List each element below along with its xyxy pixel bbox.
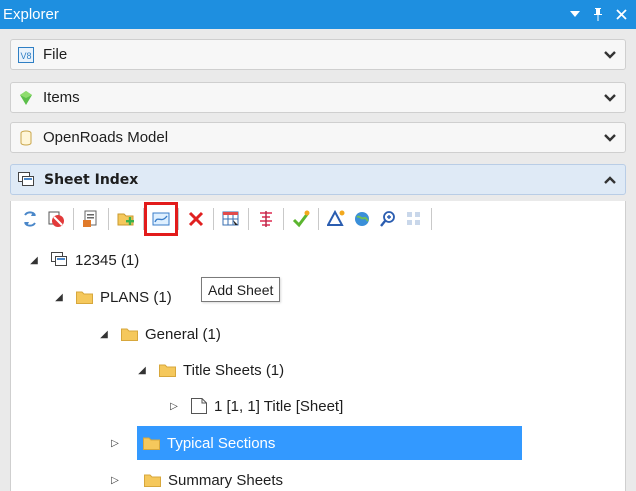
zoom-icon[interactable] [375,206,401,232]
tree-node-summary-sheets[interactable]: ▷ Summary Sheets [108,463,283,491]
chevron-down-icon[interactable] [595,50,625,59]
tree-collapsed-icon[interactable]: ▷ [108,475,122,486]
tree-node-typical-sections[interactable]: Typical Sections [137,426,522,460]
tree-expanded-icon[interactable]: ◢ [52,292,66,303]
toolbar-separator [283,208,284,230]
folder-icon [76,290,93,304]
toolbar-separator [143,208,144,230]
section-file-label: File [43,46,68,63]
refresh-icon[interactable] [17,206,43,232]
tree-node-plans[interactable]: ◢ PLANS (1) [52,280,172,314]
no-entry-icon[interactable] [43,206,69,232]
dropdown-arrow-icon[interactable] [568,8,582,22]
toolbar-separator [178,208,179,230]
folder-icon [159,363,176,377]
section-items-label: Items [43,89,80,106]
globe-icon[interactable] [349,206,375,232]
folder-icon [143,436,160,450]
v8-file-icon: V8 [18,46,34,63]
delete-x-icon[interactable] [183,206,209,232]
chevron-down-icon[interactable] [595,93,625,102]
tree-node-label: Summary Sheets [168,471,284,489]
toolbar-separator [213,208,214,230]
tree-expanded-icon[interactable]: ◢ [27,255,41,266]
section-file[interactable]: V8 File [10,39,626,70]
renumber-icon[interactable] [253,206,279,232]
tree-expanded-icon[interactable]: ◢ [135,365,149,376]
add-sheet-tooltip: Add Sheet [201,277,281,302]
tree-node-label: PLANS (1) [100,288,172,306]
section-openroads-model[interactable]: OpenRoads Model [10,122,626,153]
toolbar-separator [248,208,249,230]
section-openroads-label: OpenRoads Model [43,129,169,146]
delta-icon[interactable] [323,206,349,232]
window-buttons [568,8,636,22]
tree-collapsed-icon[interactable]: ▷ [167,401,181,412]
tree-node-label: 1 [1, 1] Title [Sheet] [214,397,344,415]
section-items[interactable]: Items [10,82,626,113]
close-icon[interactable] [614,8,628,22]
grid-icon[interactable] [401,206,427,232]
properties-icon[interactable] [78,206,104,232]
checkmark-icon[interactable] [288,206,314,232]
toolbar-separator [318,208,319,230]
toolbar-separator [73,208,74,230]
toolbar-separator [108,208,109,230]
chevron-up-icon[interactable] [595,175,625,184]
sheet-index-toolbar [11,201,625,237]
folder-icon [121,327,138,341]
tree-node-general[interactable]: ◢ General (1) [97,317,221,351]
tree-node-label: 12345 (1) [75,251,140,269]
model-cylinder-icon [18,130,34,146]
tree-node-label: Title Sheets (1) [183,361,285,379]
sheet-index-content: ◢ 12345 (1) ◢ PLANS (1) ◢ General (1) ◢ [10,201,626,491]
table-icon[interactable] [218,206,244,232]
folder-icon [144,473,161,487]
window-title: Explorer [3,6,59,23]
section-sheet-index-label: Sheet Index [44,171,139,188]
sheet-index-icon [18,171,35,188]
items-gem-icon [18,90,34,106]
tree-node-title-sheets[interactable]: ◢ Title Sheets (1) [135,353,284,387]
tree-node-12345[interactable]: ◢ 12345 (1) [27,243,139,277]
sheet-icon [191,398,207,414]
add-sheet-icon [152,211,170,227]
sheet-index-icon [51,252,68,268]
add-sheet-button[interactable] [144,202,178,236]
tree-collapsed-icon[interactable]: ▷ [108,438,122,449]
add-folder-icon[interactable] [113,206,139,232]
tree-node-label: Typical Sections [167,434,276,452]
explorer-titlebar: Explorer [0,0,636,29]
pin-icon[interactable] [591,8,605,22]
svg-text:V8: V8 [20,51,31,61]
tree-node-title-sheet-1[interactable]: ▷ 1 [1, 1] Title [Sheet] [167,389,343,423]
chevron-down-icon[interactable] [595,133,625,142]
tree-node-label: General (1) [145,325,221,343]
toolbar-separator [431,208,432,230]
section-sheet-index[interactable]: Sheet Index [10,164,626,195]
tree-expanded-icon[interactable]: ◢ [97,329,111,340]
